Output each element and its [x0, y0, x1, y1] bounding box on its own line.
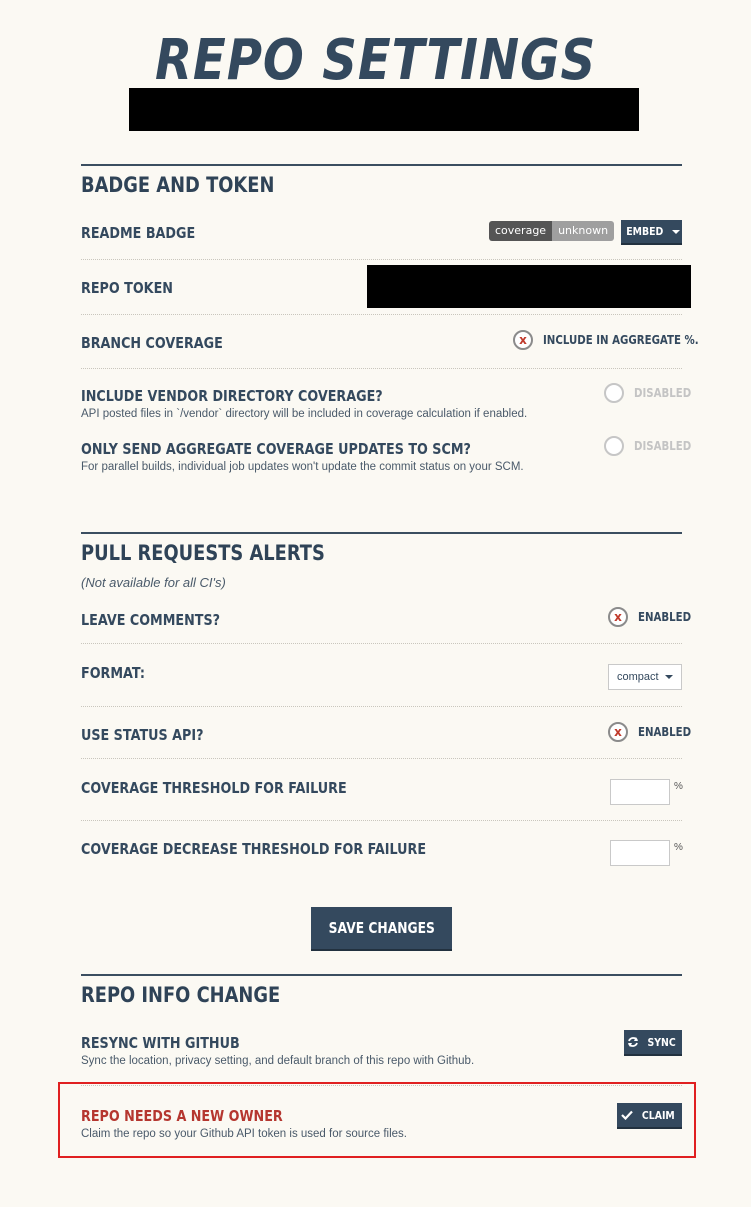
chevron-down-icon: [665, 675, 673, 679]
readme-badge-label: README BADGE: [81, 224, 196, 242]
section-divider: [81, 532, 682, 534]
leave-comments-label: LEAVE COMMENTS?: [81, 611, 221, 629]
row-divider: [81, 758, 682, 759]
row-divider: [81, 820, 682, 821]
redacted-repo-token: [367, 265, 691, 308]
branch-coverage-label: BRANCH COVERAGE: [81, 334, 223, 352]
page-title: REPO SETTINGS: [154, 28, 596, 93]
format-select-value: compact: [617, 671, 659, 683]
threshold-label: COVERAGE THRESHOLD FOR FAILURE: [81, 779, 347, 797]
threshold-unit: %: [674, 781, 683, 792]
decrease-threshold-unit: %: [674, 842, 683, 853]
format-label: FORMAT:: [81, 664, 146, 682]
resync-description: Sync the location, privacy setting, and …: [81, 1055, 475, 1067]
sync-button[interactable]: SYNC: [624, 1030, 682, 1054]
radio-empty-icon: [604, 383, 624, 403]
threshold-input[interactable]: [610, 779, 670, 805]
row-divider: [81, 643, 682, 644]
redacted-repo-name: [129, 88, 639, 131]
badge-right-text: unknown: [552, 221, 615, 241]
status-api-toggle-label: ENABLED: [638, 725, 692, 739]
section-title-repo-info: REPO INFO CHANGE: [81, 983, 281, 1007]
pull-requests-note: (Not available for all CI's): [81, 575, 226, 590]
section-divider: [81, 974, 682, 976]
leave-comments-toggle[interactable]: x ENABLED: [608, 607, 700, 627]
close-icon: x: [608, 722, 628, 742]
branch-coverage-toggle-label: INCLUDE IN AGGREGATE %.: [543, 333, 699, 347]
decrease-threshold-label: COVERAGE DECREASE THRESHOLD FOR FAILURE: [81, 840, 427, 858]
badge-left-text: coverage: [489, 221, 553, 241]
status-api-label: USE STATUS API?: [81, 726, 204, 744]
resync-label: RESYNC WITH GITHUB: [81, 1034, 240, 1052]
vendor-coverage-toggle-label: DISABLED: [634, 386, 692, 400]
close-icon: x: [608, 607, 628, 627]
aggregate-updates-description: For parallel builds, individual job upda…: [81, 461, 524, 473]
save-changes-label: SAVE CHANGES: [328, 919, 435, 937]
row-divider: [81, 314, 682, 315]
leave-comments-toggle-label: ENABLED: [638, 610, 692, 624]
chevron-down-icon: [672, 229, 681, 234]
embed-button[interactable]: EMBED: [621, 220, 682, 243]
branch-coverage-toggle[interactable]: x INCLUDE IN AGGREGATE %.: [513, 330, 726, 350]
status-api-toggle[interactable]: x ENABLED: [608, 722, 700, 742]
repo-token-label: REPO TOKEN: [81, 279, 173, 297]
vendor-coverage-description: API posted files in `/vendor` directory …: [81, 408, 528, 420]
coverage-badge: coverage unknown: [489, 221, 615, 241]
close-icon: x: [513, 330, 533, 350]
section-title-badge-token: BADGE AND TOKEN: [81, 173, 275, 197]
aggregate-updates-label: ONLY SEND AGGREGATE COVERAGE UPDATES TO …: [81, 440, 471, 458]
aggregate-updates-toggle[interactable]: DISABLED: [604, 436, 701, 456]
repo-settings-page: REPO SETTINGS BADGE AND TOKEN README BAD…: [0, 0, 751, 1207]
row-divider: [81, 368, 682, 369]
format-select[interactable]: compact: [608, 664, 682, 690]
row-divider: [81, 706, 682, 707]
section-title-pull-requests: PULL REQUESTS ALERTS: [81, 541, 325, 565]
embed-button-label: EMBED: [626, 225, 663, 238]
section-divider: [81, 164, 682, 166]
vendor-coverage-toggle[interactable]: DISABLED: [604, 383, 701, 403]
radio-empty-icon: [604, 436, 624, 456]
vendor-coverage-label: INCLUDE VENDOR DIRECTORY COVERAGE?: [81, 387, 383, 405]
new-owner-highlight-box: [58, 1082, 696, 1158]
decrease-threshold-input[interactable]: [610, 840, 670, 866]
aggregate-updates-toggle-label: DISABLED: [634, 439, 692, 453]
refresh-icon: [628, 1037, 639, 1047]
row-divider: [81, 259, 682, 260]
save-changes-button[interactable]: SAVE CHANGES: [311, 907, 452, 949]
sync-button-label: SYNC: [647, 1035, 677, 1049]
